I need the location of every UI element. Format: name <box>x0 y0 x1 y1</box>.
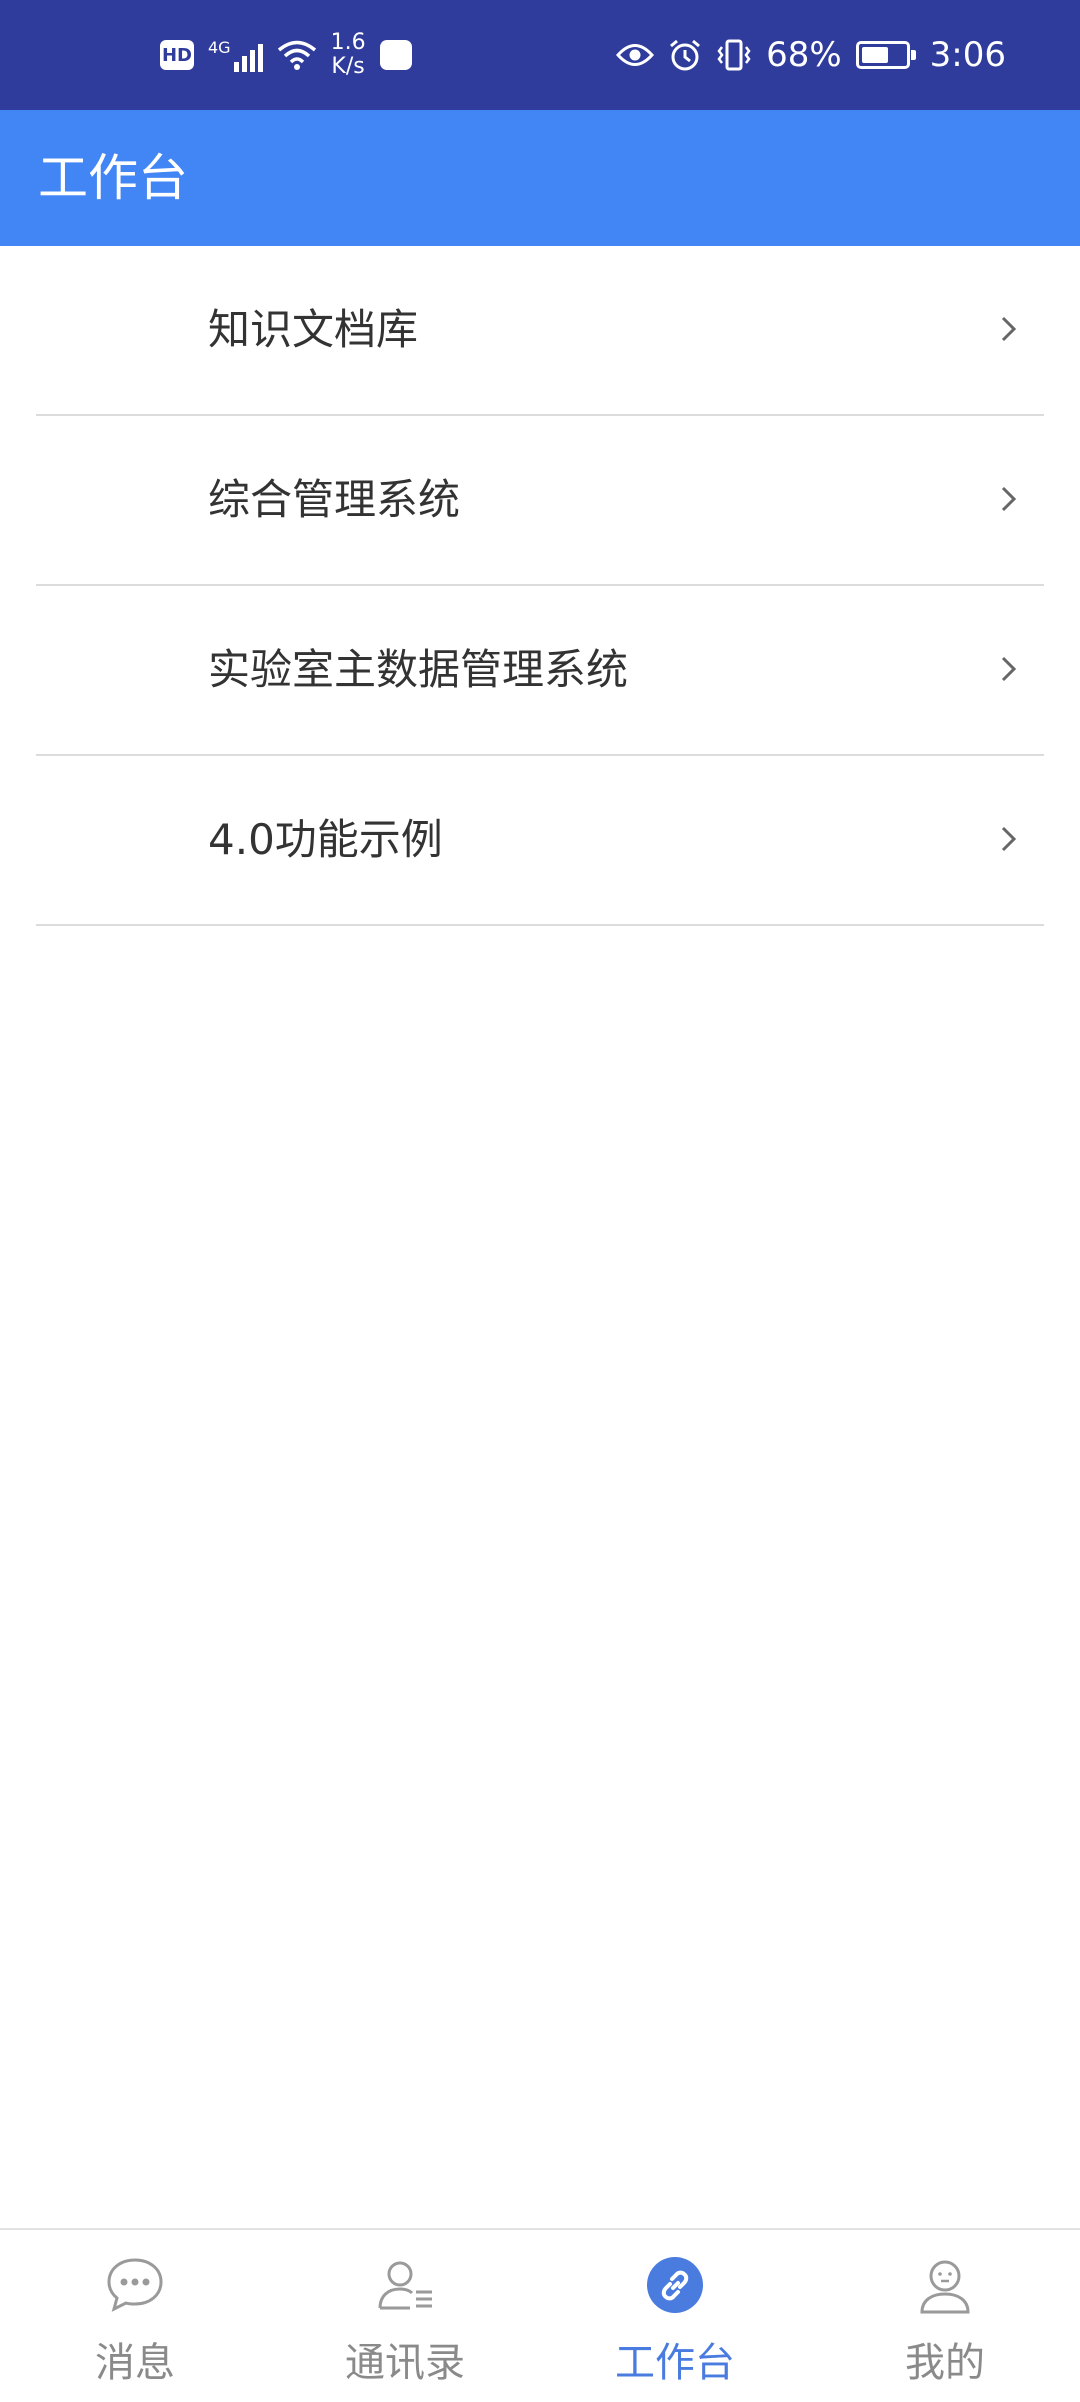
status-left: HD 4G 1.6 K/s <box>160 0 412 110</box>
app-store-icon <box>379 40 412 70</box>
network-speed: 1.6 K/s <box>331 31 366 79</box>
app-bar: 工作台 <box>0 110 1080 246</box>
battery-icon <box>855 41 916 69</box>
clock: 3:06 <box>929 35 1006 75</box>
speed-unit: K/s <box>331 54 365 79</box>
vibrate-icon <box>717 39 751 71</box>
chat-bubble-icon <box>107 2258 163 2312</box>
page-title: 工作台 <box>38 149 188 207</box>
menu-item-lab-master-data[interactable]: 实验室主数据管理系统 <box>36 586 1044 756</box>
network-type: 4G <box>208 38 231 57</box>
status-bar: HD 4G 1.6 K/s 68% 3:06 <box>0 0 1080 110</box>
user-icon <box>920 2260 970 2314</box>
hd-badge: HD <box>160 40 194 70</box>
speed-value: 1.6 <box>330 30 366 55</box>
contacts-icon <box>378 2261 432 2310</box>
alarm-icon <box>670 39 701 71</box>
workbench-menu: 知识文档库 综合管理系统 实验室主数据管理系统 4.0功能示例 <box>0 246 1080 926</box>
chevron-right-icon <box>1001 826 1017 852</box>
chevron-right-icon <box>1001 486 1017 512</box>
menu-item-label: 实验室主数据管理系统 <box>208 645 629 694</box>
bottom-nav: 消息 通讯录 工作台 我的 <box>0 2228 1080 2402</box>
menu-item-label: 综合管理系统 <box>208 475 461 524</box>
menu-item-feature-demo[interactable]: 4.0功能示例 <box>36 756 1044 926</box>
nav-label: 通讯录 <box>345 2340 465 2386</box>
nav-label: 工作台 <box>615 2340 735 2386</box>
signal-icon: 4G <box>208 38 263 72</box>
nav-tab-messages[interactable]: 消息 <box>0 2230 270 2402</box>
battery-percent: 68% <box>766 35 842 75</box>
nav-label: 消息 <box>95 2340 175 2386</box>
menu-item-general-management[interactable]: 综合管理系统 <box>36 416 1044 586</box>
nav-tab-contacts[interactable]: 通讯录 <box>270 2230 540 2402</box>
menu-item-label: 知识文档库 <box>208 305 419 354</box>
link-icon <box>647 2257 703 2313</box>
wifi-icon <box>277 40 316 70</box>
nav-tab-me[interactable]: 我的 <box>810 2230 1080 2402</box>
menu-item-label: 4.0功能示例 <box>208 815 443 864</box>
status-right: 68% 3:06 <box>616 0 1006 110</box>
menu-item-knowledge-library[interactable]: 知识文档库 <box>36 246 1044 416</box>
nav-tab-workbench[interactable]: 工作台 <box>540 2230 810 2402</box>
nav-label: 我的 <box>905 2340 985 2386</box>
chevron-right-icon <box>1001 656 1017 682</box>
eye-icon <box>616 44 655 66</box>
chevron-right-icon <box>1001 316 1017 342</box>
